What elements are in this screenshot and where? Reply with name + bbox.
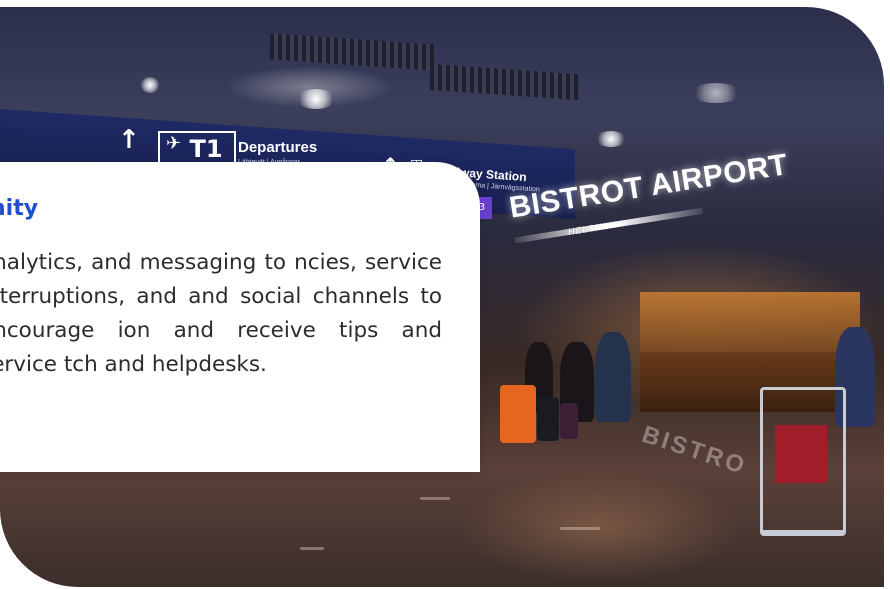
card-body-text: analytics, and messaging to ncies, servi… bbox=[0, 250, 442, 377]
bistro-counter-window bbox=[640, 292, 860, 352]
terminal-label: T1 bbox=[189, 135, 223, 163]
floor-reflection bbox=[300, 547, 324, 550]
trolley-ad bbox=[775, 425, 827, 483]
ceiling-vent bbox=[430, 63, 578, 101]
floor-reflection bbox=[420, 497, 450, 500]
floor-reflection bbox=[560, 527, 600, 530]
card-title: nity bbox=[0, 196, 39, 221]
person-silhouette bbox=[595, 332, 631, 422]
ceiling-light bbox=[296, 89, 336, 109]
up-arrow-icon: ↑ bbox=[118, 125, 140, 155]
departures-label: Departures bbox=[238, 139, 318, 156]
page: ↑ ✈ T1 Departures Lähtevät | Avgångar ↑ … bbox=[0, 0, 890, 589]
floor-text: BISTRO bbox=[638, 420, 751, 481]
content-card: nity analytics, and messaging to ncies, … bbox=[0, 162, 480, 472]
ceiling-vent bbox=[270, 33, 435, 71]
ceiling-light bbox=[140, 77, 160, 93]
luggage bbox=[500, 385, 536, 443]
bistro-city: HELSINKI bbox=[567, 219, 618, 237]
ceiling-light bbox=[690, 83, 742, 103]
luggage bbox=[537, 397, 559, 441]
card-body: analytics, and messaging to ncies, servi… bbox=[0, 246, 442, 382]
bistro-name: BISTROT AIRPORT bbox=[507, 148, 791, 225]
luggage bbox=[560, 403, 578, 439]
